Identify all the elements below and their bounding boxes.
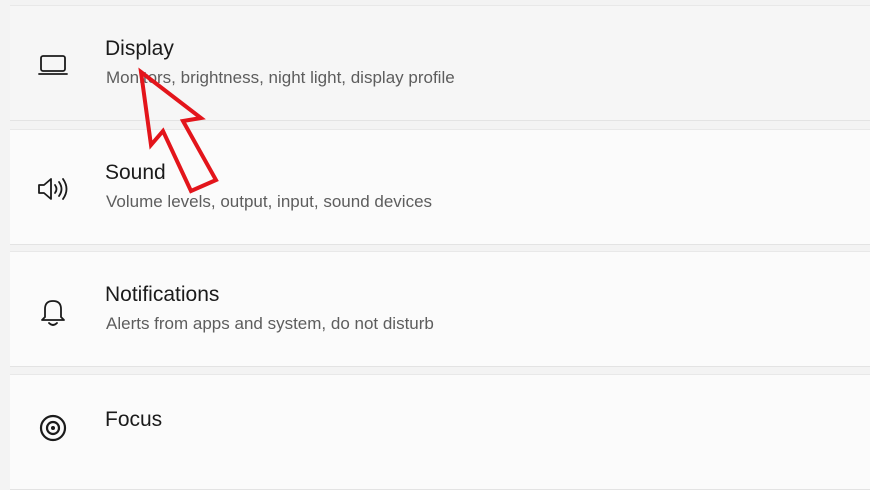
settings-item-focus[interactable]: Focus (10, 374, 870, 490)
settings-item-title: Notifications (105, 283, 220, 306)
settings-item-title: Sound (105, 161, 166, 184)
settings-item-subtitle: Alerts from apps and system, do not dist… (106, 314, 434, 333)
focus-icon (35, 413, 71, 443)
settings-item-title: Display (105, 37, 174, 60)
settings-item-display[interactable]: Display Monitors, brightness, night ligh… (10, 5, 870, 121)
display-icon (35, 50, 71, 80)
settings-item-sound[interactable]: Sound Volume levels, output, input, soun… (10, 129, 870, 245)
settings-item-notifications[interactable]: Notifications Alerts from apps and syste… (10, 251, 870, 367)
speaker-icon (35, 174, 71, 204)
settings-list: Display Monitors, brightness, night ligh… (0, 0, 870, 490)
settings-item-subtitle: Monitors, brightness, night light, displ… (106, 68, 455, 87)
bell-icon (35, 296, 71, 326)
settings-item-title: Focus (105, 408, 163, 431)
settings-item-subtitle: Volume levels, output, input, sound devi… (106, 192, 433, 211)
